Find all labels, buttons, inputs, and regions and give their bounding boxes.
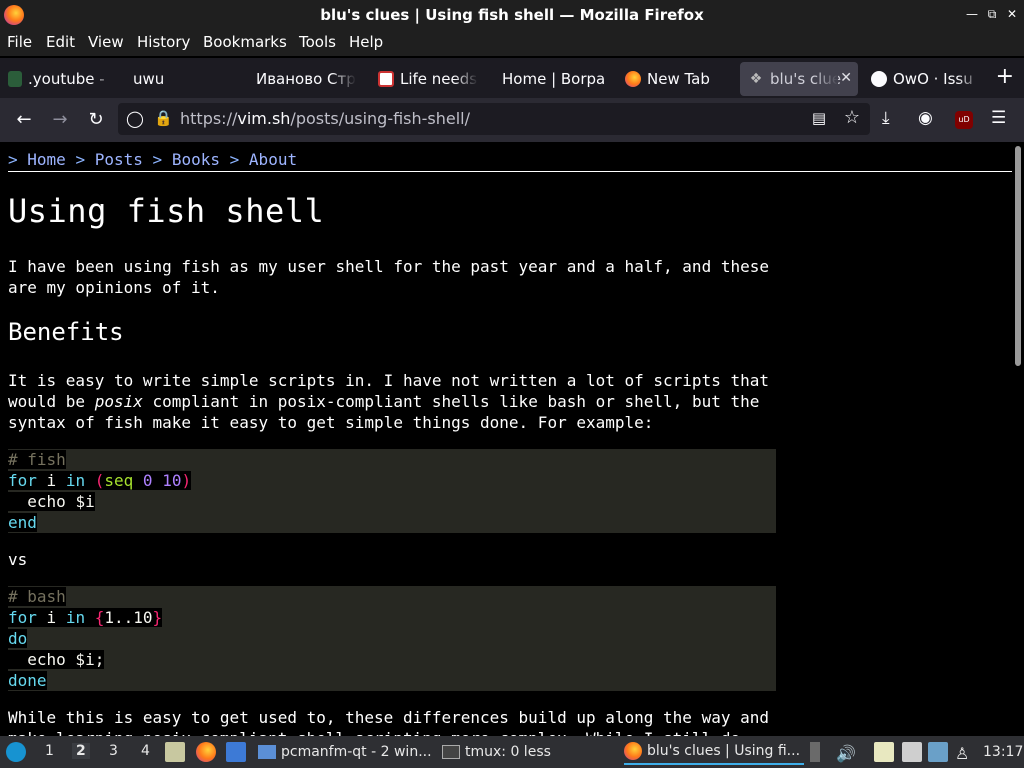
vs-text: vs <box>8 550 28 569</box>
hamburger-menu-icon[interactable]: ☰ <box>991 108 1006 128</box>
menu-file[interactable]: File <box>7 33 32 51</box>
intro-paragraph: I have been using fish as my user shell … <box>8 257 769 297</box>
folder-icon <box>258 745 276 759</box>
firefox-icon <box>625 71 641 87</box>
benefits-heading: Benefits <box>8 318 124 346</box>
reload-icon[interactable]: ↻ <box>84 108 108 132</box>
bash-code-block: # bash for i in {1..10} do echo $i; done <box>8 586 776 691</box>
closing-paragraph: While this is easy to get used to, these… <box>8 708 769 736</box>
firefox-icon <box>624 742 642 760</box>
forward-icon[interactable]: → <box>48 108 72 132</box>
desktop-launcher-icon[interactable] <box>226 742 246 762</box>
minimize-icon[interactable]: — <box>964 6 980 22</box>
github-icon <box>871 71 887 87</box>
benefits-paragraph: It is easy to write simple scripts in. I… <box>8 371 769 432</box>
firefox-launcher-icon[interactable] <box>196 742 216 762</box>
bookmark-star-icon[interactable]: ☆ <box>844 107 860 128</box>
desktop-3[interactable]: 3 <box>109 743 118 759</box>
clock[interactable]: 13:17 <box>983 744 1023 760</box>
tab-life-needs[interactable]: Life needs <box>378 62 478 96</box>
fish-code-block: # fish for i in (seq 0 10) echo $i end <box>8 449 776 533</box>
menu-help[interactable]: Help <box>349 33 383 51</box>
back-icon[interactable]: ← <box>12 108 36 132</box>
tab-owo-issues[interactable]: OwO · Issu <box>871 62 981 96</box>
task-firefox[interactable]: blu's clues | Using fi... <box>624 739 804 765</box>
menu-history[interactable]: History <box>137 33 190 51</box>
clipboard-icon[interactable] <box>874 742 894 762</box>
desktop-2[interactable]: 2 <box>72 743 90 759</box>
header-divider <box>8 171 1012 172</box>
url-text[interactable]: https://vim.sh/posts/using-fish-shell/ <box>180 109 470 128</box>
tab-strip: .youtube - uwu Иваново Стр Life needs Ho… <box>0 58 1024 98</box>
desktop-1[interactable]: 1 <box>45 743 54 759</box>
reader-view-icon[interactable]: ▤ <box>812 109 826 127</box>
url-bar[interactable]: ◯ 🔒 https://vim.sh/posts/using-fish-shel… <box>118 103 870 135</box>
tab-borpa[interactable]: Home | Borpa <box>502 62 610 96</box>
downloads-icon[interactable]: ⤓ <box>882 108 890 128</box>
menu-tools[interactable]: Tools <box>299 33 336 51</box>
tab-youtube[interactable]: .youtube - <box>8 62 116 96</box>
lock-icon[interactable]: 🔒 <box>154 109 173 127</box>
user-icon[interactable]: ♙ <box>955 744 969 763</box>
breadcrumb-posts[interactable]: Posts <box>95 150 143 169</box>
extension-glasses-icon[interactable]: ◉ <box>918 108 933 128</box>
window-titlebar: blu's clues | Using fish shell — Mozilla… <box>0 0 1024 30</box>
restore-icon[interactable]: ⧉ <box>984 6 1000 22</box>
task-tmux[interactable]: tmux: 0 less <box>442 739 551 765</box>
page-scrollbar[interactable] <box>1012 142 1024 736</box>
nav-bar: ← → ↻ ◯ 🔒 https://vim.sh/posts/using-fis… <box>0 98 1024 142</box>
ublock-icon[interactable]: uD <box>955 111 973 129</box>
volume-icon[interactable]: 🔊 <box>836 744 856 763</box>
tray-separator <box>810 742 820 762</box>
breadcrumb-books[interactable]: Books <box>172 150 220 169</box>
shield-icon[interactable]: ◯ <box>126 109 144 128</box>
close-window-icon[interactable]: ✕ <box>1004 6 1020 22</box>
file-manager-launcher-icon[interactable] <box>165 742 185 762</box>
taskbar: 1 2 3 4 pcmanfm-qt - 2 win... tmux: 0 le… <box>0 736 1024 768</box>
menu-bookmarks[interactable]: Bookmarks <box>203 33 287 51</box>
bird-icon: ❖ <box>749 71 763 87</box>
page-content: > Home > Posts > Books > About Using fis… <box>0 142 1012 736</box>
desktop-4[interactable]: 4 <box>141 743 150 759</box>
task-pcmanfm[interactable]: pcmanfm-qt - 2 win... <box>258 739 432 765</box>
tab-uwu[interactable]: uwu <box>133 62 233 96</box>
menu-bar: File Edit View History Bookmarks Tools H… <box>0 30 1024 56</box>
page-title: Using fish shell <box>8 192 325 230</box>
window-title: blu's clues | Using fish shell — Mozilla… <box>320 6 704 24</box>
notification-icon[interactable] <box>928 742 948 762</box>
new-tab-button[interactable]: + <box>996 66 1014 88</box>
start-menu-icon[interactable] <box>6 742 26 762</box>
breadcrumb-about[interactable]: About <box>249 150 297 169</box>
menu-view[interactable]: View <box>88 33 124 51</box>
network-icon[interactable] <box>902 742 922 762</box>
breadcrumb: > Home > Posts > Books > About <box>8 150 298 169</box>
youtube-icon <box>8 71 22 87</box>
breadcrumb-home[interactable]: Home <box>27 150 66 169</box>
scrollbar-thumb[interactable] <box>1015 146 1021 366</box>
menu-edit[interactable]: Edit <box>46 33 75 51</box>
tab-blus-clues[interactable]: ❖ blu's clue ✕ <box>740 62 858 96</box>
tab-ivanovo[interactable]: Иваново Стр <box>256 62 356 96</box>
terminal-icon <box>442 745 460 759</box>
tab-new-tab[interactable]: New Tab <box>625 62 725 96</box>
close-tab-icon[interactable]: ✕ <box>840 70 852 86</box>
page-icon <box>378 71 394 87</box>
